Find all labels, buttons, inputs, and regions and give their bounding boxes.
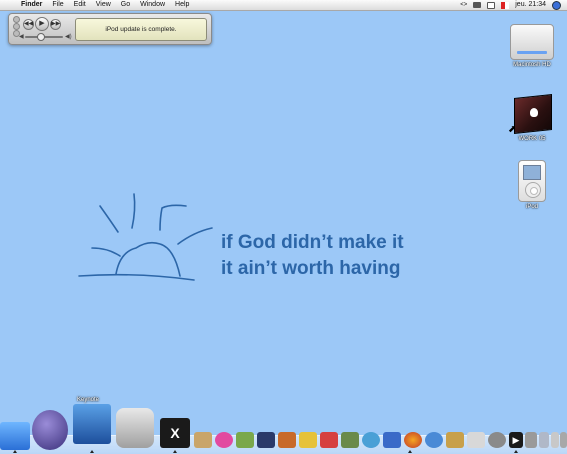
itunes-mini-player: ◀◀ ▶ ▶▶ ◀ ◀) iPod update is complete. [8,13,212,45]
flower-icon[interactable] [215,432,233,448]
player-status-display: iPod update is complete. [75,18,207,41]
running-indicator [173,450,177,453]
spotlight-icon[interactable] [552,0,561,10]
app-icon[interactable] [467,432,485,448]
volume-high-icon: ◀) [65,34,72,40]
pencil-icon[interactable] [299,432,317,448]
desktop-icon-ipod[interactable]: iPod [502,160,562,210]
gear-icon[interactable] [278,432,296,448]
play-button[interactable]: ▶ [35,17,49,31]
preview-icon[interactable] [116,408,154,448]
pen-icon[interactable] [236,432,254,448]
calculator-icon[interactable] [525,432,537,448]
menu-clock[interactable]: jeu. 21:34 [515,0,546,10]
desktop-icon-work-05[interactable]: ⬈ WORK 05 [502,90,562,142]
running-indicator [408,450,412,453]
menu-go[interactable]: Go [116,0,135,10]
close-icon[interactable] [13,16,20,23]
desktop-icon-macintosh-hd[interactable]: Macintosh HD [502,24,562,68]
network-icon[interactable] [539,432,549,448]
desktop-icon-label: Macintosh HD [513,62,551,68]
menu-help[interactable]: Help [170,0,194,10]
menu-bar: Finder File Edit View Go Window Help <> … [0,0,567,11]
quicktime-icon[interactable] [257,432,275,448]
volume-knob[interactable] [37,33,45,41]
menu-app-finder[interactable]: Finder [16,0,47,10]
iphoto-icon[interactable] [194,432,212,448]
next-track-button[interactable]: ▶▶ [50,19,61,30]
printer-icon[interactable] [551,432,559,448]
keynote-icon[interactable] [73,404,111,444]
trash-icon[interactable] [560,432,567,448]
ipod-icon [518,160,546,202]
slogan-line-2: it ain’t worth having [221,258,401,279]
settings-icon[interactable] [488,432,506,448]
running-indicator [90,450,94,453]
itunes-icon[interactable] [362,432,380,448]
finder-icon[interactable] [0,422,30,450]
sun-sketch-illustration [78,193,213,281]
work-folder-icon: ⬈ [508,90,554,135]
terminal-icon[interactable]: ▶ [509,432,523,448]
menu-window[interactable]: Window [135,0,170,10]
book-icon[interactable] [446,432,464,448]
x11-icon[interactable]: X [160,418,190,448]
running-indicator [514,450,518,453]
script-menu-icon[interactable]: <> [460,0,467,10]
desktop-icon-label: WORK 05 [518,136,546,142]
battery-icon[interactable] [487,1,496,9]
flag-icon[interactable] [501,1,510,9]
ichat-icon[interactable] [32,410,68,450]
minimize-icon[interactable] [13,23,20,30]
wallpaper-slogan: if God didn’t make it it ain’t worth hav… [221,230,404,282]
mail-icon[interactable] [383,432,401,448]
menu-edit[interactable]: Edit [69,0,91,10]
desktop-icon-label: iPod [525,204,538,210]
pdf-icon[interactable] [320,432,338,448]
running-indicator [13,450,17,453]
slogan-line-1: if God didn’t make it [221,232,404,253]
menu-file[interactable]: File [47,0,68,10]
firefox-icon[interactable] [404,432,422,448]
menu-view[interactable]: View [91,0,116,10]
previous-track-button[interactable]: ◀◀ [23,19,34,30]
photo-icon[interactable] [341,432,359,448]
display-icon[interactable] [473,2,482,8]
alias-arrow-icon: ⬈ [508,124,517,135]
volume-low-icon: ◀ [19,34,24,40]
hard-drive-icon [510,24,554,60]
messenger-icon[interactable] [425,432,443,448]
dock-hover-label: Keynote [77,397,100,403]
